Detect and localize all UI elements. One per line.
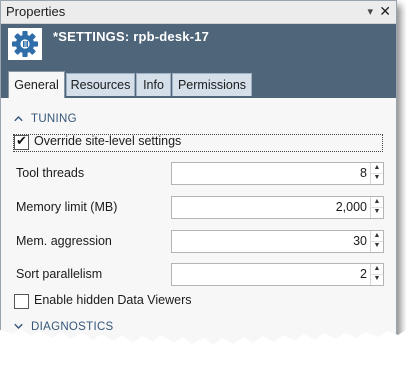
property-row-tool-threads: Tool threads 8 ▲ ▼ [14, 162, 384, 185]
tab-general[interactable]: General [8, 71, 65, 98]
memory-limit-label: Memory limit (MB) [16, 200, 118, 214]
property-row-memory-limit: Memory limit (MB) 2,000 ▲ ▼ [14, 196, 384, 219]
tab-info[interactable]: Info [136, 73, 171, 96]
section-tuning-label: TUNING [31, 113, 77, 125]
stepper-arrows: ▲ ▼ [370, 231, 383, 252]
stepper-arrows: ▲ ▼ [370, 264, 383, 285]
tool-threads-label: Tool threads [16, 166, 85, 180]
tool-threads-value[interactable]: 8 [360, 166, 367, 180]
checkbox-box[interactable] [14, 294, 29, 309]
properties-panel: Properties ▾ ✕ *SETTINGS: rpb-desk-17 Ge… [0, 0, 397, 354]
title-bar: Properties ▾ ✕ [1, 1, 396, 24]
mem-aggression-label: Mem. aggression [16, 234, 112, 248]
stepper-arrows: ▲ ▼ [370, 163, 383, 184]
mem-aggression-stepper[interactable]: 30 ▲ ▼ [171, 230, 384, 253]
spin-down-icon[interactable]: ▼ [371, 173, 383, 183]
dropdown-arrow-icon[interactable]: ▾ [367, 4, 373, 20]
window-title: Properties [6, 4, 66, 19]
tab-permissions[interactable]: Permissions [172, 73, 252, 96]
settings-document-icon [8, 28, 42, 60]
stepper-arrows: ▲ ▼ [370, 197, 383, 218]
spin-down-icon[interactable]: ▼ [371, 241, 383, 251]
property-row-mem-aggression: Mem. aggression 30 ▲ ▼ [14, 230, 384, 253]
memory-limit-stepper[interactable]: 2,000 ▲ ▼ [171, 196, 384, 219]
section-tuning[interactable]: TUNING [14, 113, 77, 125]
property-row-sort-parallelism: Sort parallelism 2 ▲ ▼ [14, 263, 384, 286]
header-band: *SETTINGS: rpb-desk-17 General Resources… [1, 24, 396, 98]
sort-parallelism-stepper[interactable]: 2 ▲ ▼ [171, 263, 384, 286]
tool-threads-stepper[interactable]: 8 ▲ ▼ [171, 162, 384, 185]
spin-down-icon[interactable]: ▼ [371, 274, 383, 284]
mem-aggression-value[interactable]: 30 [353, 234, 367, 248]
checkmark-icon: ✔ [16, 133, 27, 148]
spin-down-icon[interactable]: ▼ [371, 207, 383, 217]
override-site-settings-checkbox[interactable]: ✔ Override site-level settings [13, 133, 383, 152]
tab-resources[interactable]: Resources [66, 73, 135, 96]
override-site-settings-label: Override site-level settings [34, 134, 182, 148]
page-title: *SETTINGS: rpb-desk-17 [53, 29, 210, 44]
memory-limit-value[interactable]: 2,000 [336, 200, 367, 214]
checkbox-box[interactable]: ✔ [14, 133, 29, 150]
chevron-up-icon [14, 114, 25, 125]
torn-edge [0, 329, 406, 378]
enable-hidden-viewers-label: Enable hidden Data Viewers [34, 293, 192, 307]
sort-parallelism-value[interactable]: 2 [360, 267, 367, 281]
close-icon[interactable]: ✕ [379, 3, 391, 19]
sort-parallelism-label: Sort parallelism [16, 267, 103, 281]
screenshot-stage: Properties ▾ ✕ *SETTINGS: rpb-desk-17 Ge… [0, 0, 406, 378]
general-tab-content: TUNING ✔ Override site-level settings To… [1, 98, 396, 353]
